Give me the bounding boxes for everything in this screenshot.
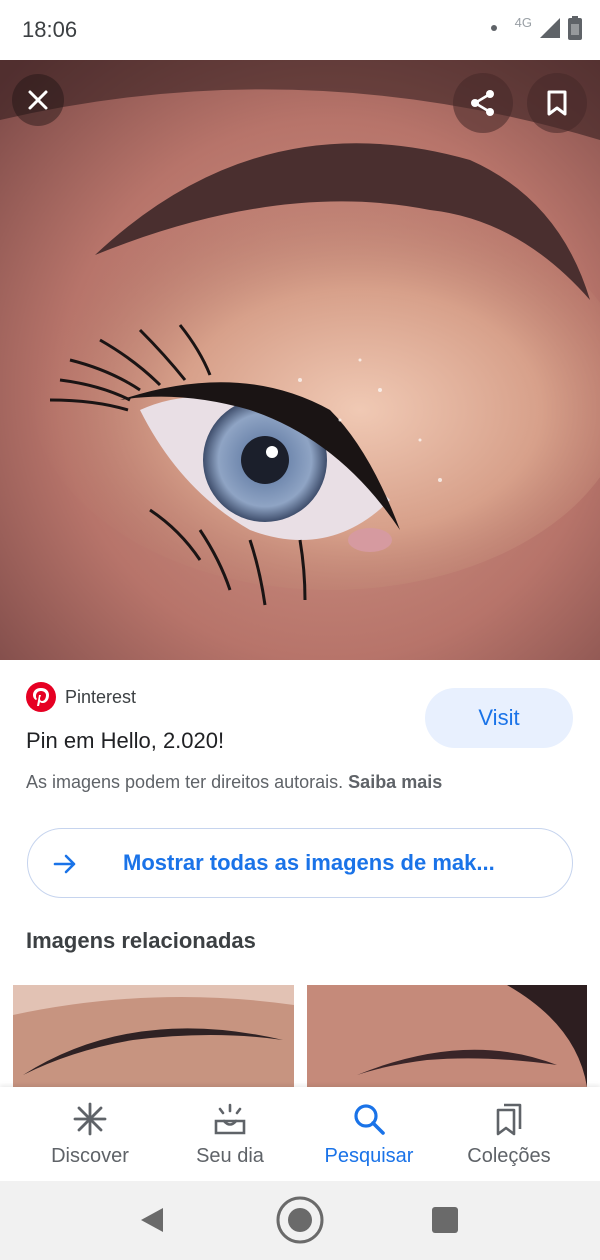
copyright-notice: As imagens podem ter direitos autorais. …	[26, 772, 442, 793]
notification-dot-icon	[490, 25, 497, 31]
bookmark-button[interactable]	[527, 73, 587, 133]
related-image-1-picture	[13, 985, 294, 1087]
asterisk-icon	[73, 1102, 107, 1136]
collections-icon	[496, 1103, 522, 1136]
nav-colecoes-label: Coleções	[467, 1145, 551, 1167]
nav-pesquisar[interactable]: Pesquisar	[299, 1087, 439, 1181]
status-indicators: 4G	[490, 14, 582, 40]
status-time: 18:06	[22, 17, 78, 42]
pinterest-logo-icon	[26, 682, 56, 712]
eye-makeup-image	[0, 60, 600, 660]
search-icon	[354, 1104, 385, 1135]
related-image-2[interactable]	[307, 985, 587, 1087]
sunrise-icon	[214, 1103, 246, 1135]
nav-seu-dia-label: Seu dia	[196, 1145, 264, 1167]
show-all-images-button[interactable]: Mostrar todas as imagens de mak...	[27, 828, 573, 898]
copyright-text: As imagens podem ter direitos autorais.	[26, 772, 344, 792]
source-name: Pinterest	[65, 686, 137, 707]
recent-apps-icon[interactable]	[432, 1207, 458, 1233]
related-images-title: Imagens relacionadas	[26, 928, 256, 953]
nav-discover[interactable]: Discover	[20, 1087, 160, 1181]
back-icon[interactable]	[137, 1205, 167, 1235]
share-button[interactable]	[453, 73, 513, 133]
signal-icon	[540, 18, 560, 38]
battery-icon	[568, 16, 582, 40]
pin-image[interactable]	[0, 60, 600, 660]
bottom-navigation: Discover Seu dia Pesquisar Coleções	[0, 1087, 600, 1181]
pin-title[interactable]: Pin em Hello, 2.020!	[26, 728, 224, 754]
learn-more-link[interactable]: Saiba mais	[348, 772, 442, 792]
share-icon	[471, 90, 494, 116]
system-navigation-bar	[0, 1181, 600, 1260]
nav-pesquisar-label: Pesquisar	[324, 1145, 414, 1167]
nav-colecoes[interactable]: Coleções	[439, 1087, 579, 1181]
bookmark-icon	[547, 90, 567, 116]
network-type: 4G	[514, 14, 532, 30]
arrow-right-icon	[53, 854, 76, 874]
home-icon[interactable]	[276, 1196, 324, 1244]
close-icon	[28, 90, 48, 110]
visit-button[interactable]: Visit	[425, 688, 573, 748]
status-bar: 18:06 4G	[0, 0, 600, 60]
nav-seu-dia[interactable]: Seu dia	[160, 1087, 300, 1181]
related-image-1[interactable]	[13, 985, 294, 1087]
related-image-2-picture	[307, 985, 587, 1087]
close-button[interactable]	[12, 74, 64, 126]
nav-discover-label: Discover	[51, 1145, 129, 1167]
show-all-images-label: Mostrar todas as imagens de mak...	[123, 850, 495, 875]
source-row[interactable]: Pinterest	[26, 682, 136, 712]
